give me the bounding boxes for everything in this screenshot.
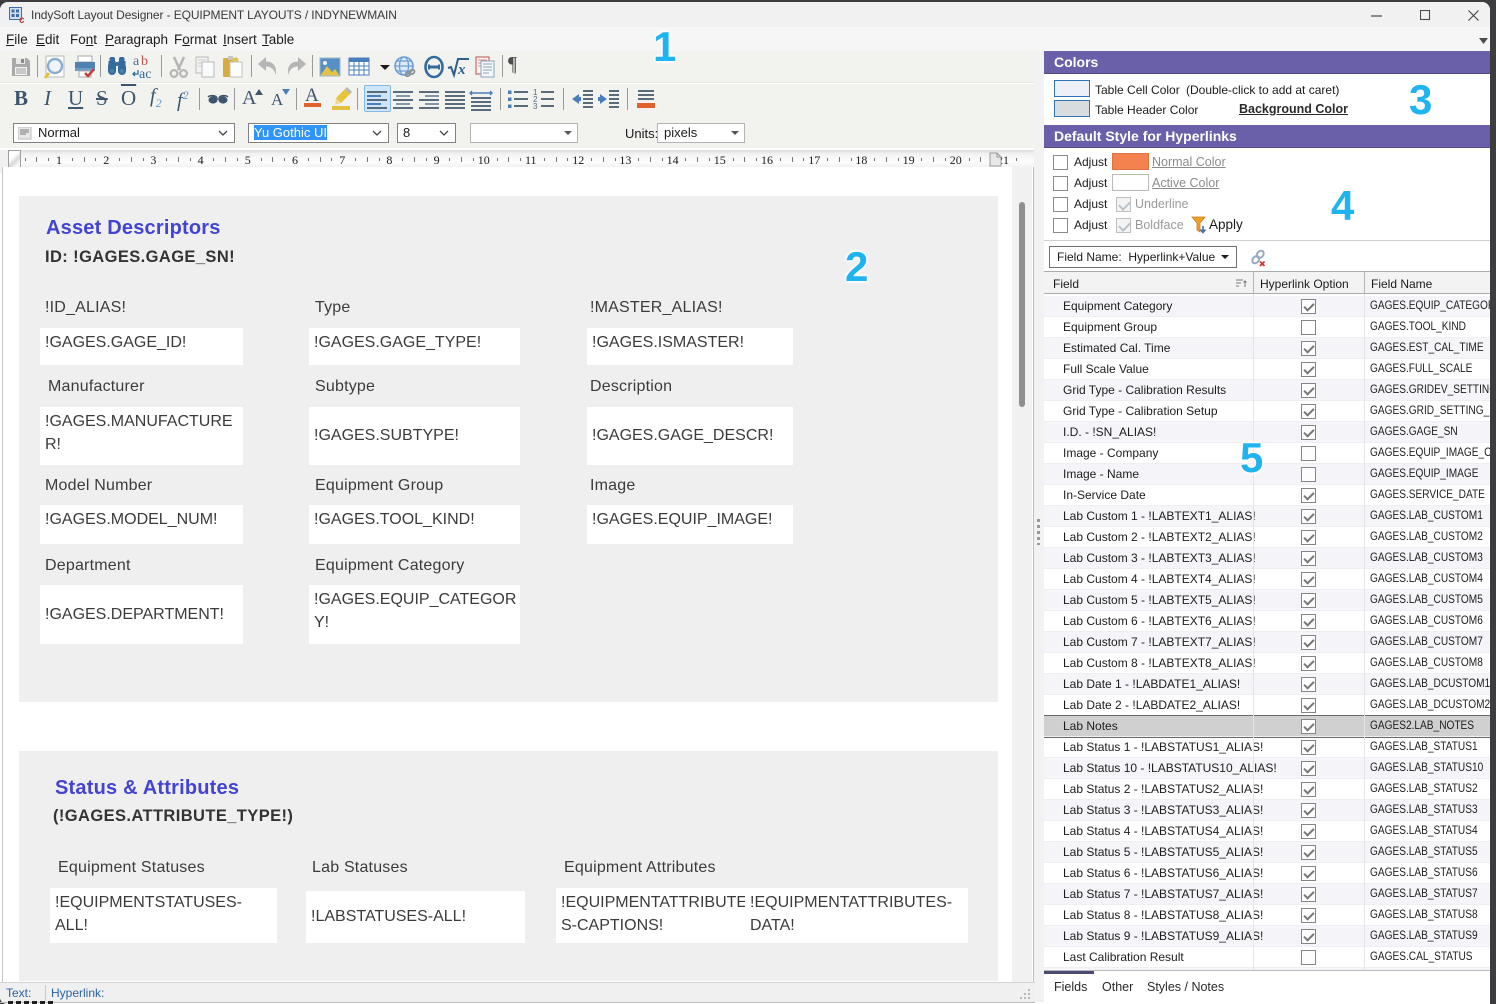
svg-text:3: 3 [533,102,538,111]
svg-text:x: x [457,62,466,78]
svg-text:ac: ac [139,67,151,80]
svg-text:c: c [19,15,25,24]
